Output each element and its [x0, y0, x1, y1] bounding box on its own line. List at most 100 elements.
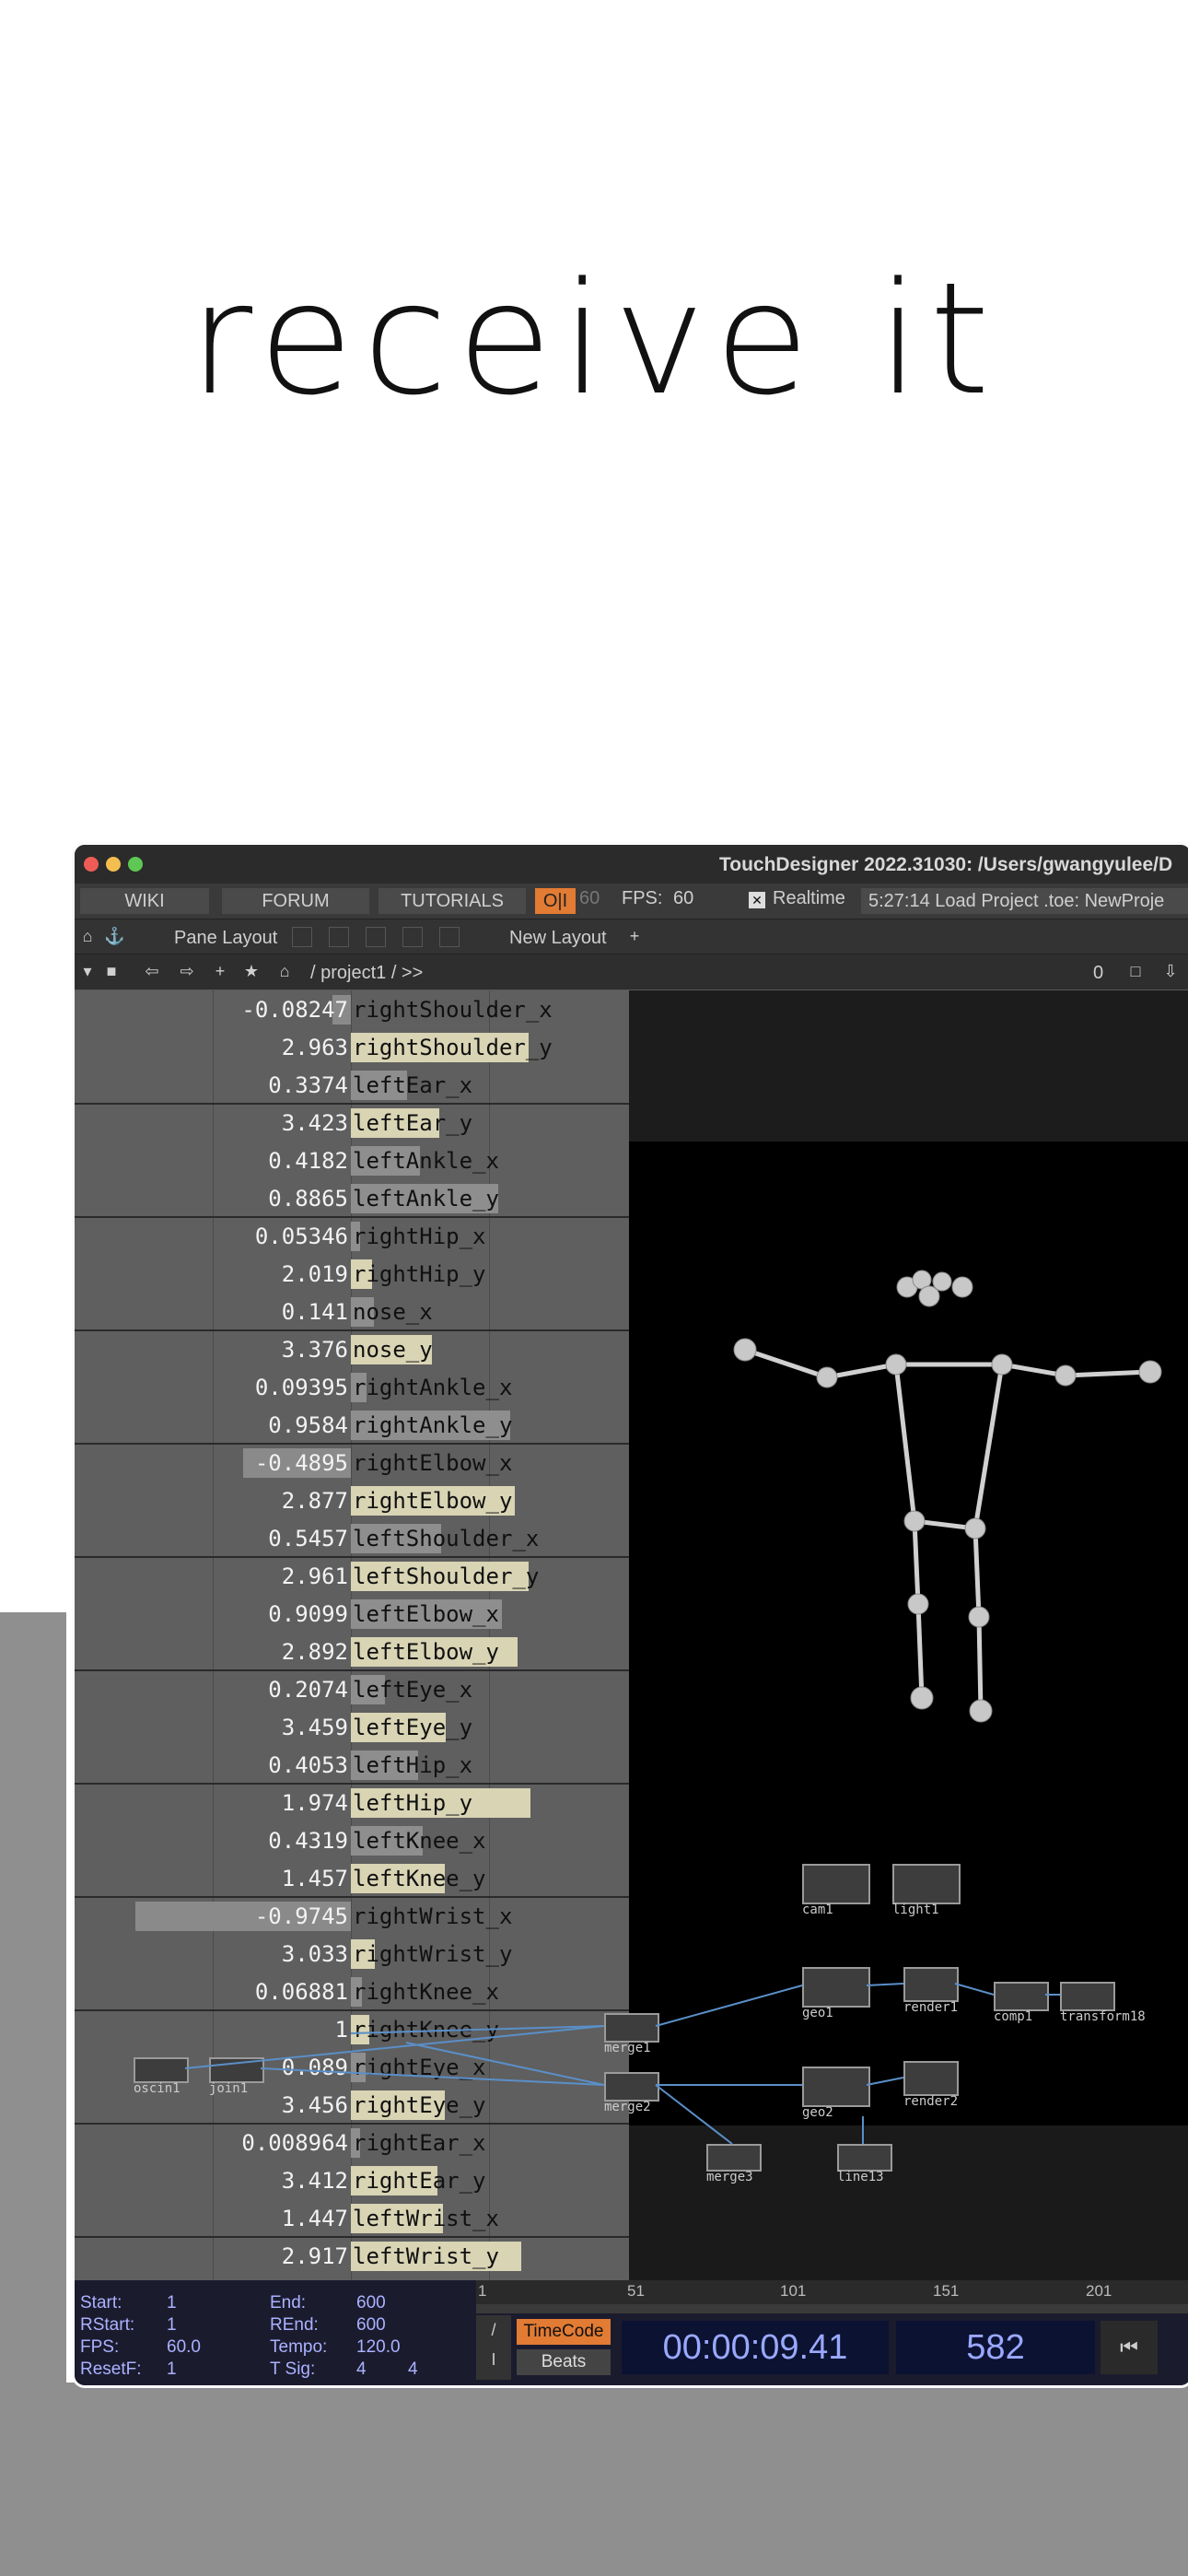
channel-row: -0.4895 rightElbow_x	[75, 1444, 629, 1481]
network-path[interactable]: / project1 / >>	[310, 963, 423, 984]
node-geo2[interactable]	[802, 2067, 870, 2107]
channel-value: 0.2074	[268, 1677, 348, 1703]
channel-name: leftElbow_y	[353, 1639, 499, 1665]
timeline-ruler[interactable]: 1 51 101 151 201	[476, 2280, 1188, 2304]
layout-triple-icon[interactable]	[439, 927, 460, 947]
rstart-value[interactable]: 1	[167, 2315, 177, 2336]
node-render2[interactable]	[903, 2061, 959, 2096]
minimize-window-button[interactable]	[106, 857, 121, 872]
beats-button[interactable]: Beats	[517, 2349, 611, 2375]
node-light1[interactable]	[892, 1864, 961, 1904]
channel-row: 0.4053 leftHip_x	[75, 1746, 629, 1784]
timeline-scrollbar[interactable]	[476, 2304, 1188, 2313]
download-icon[interactable]: ⇩	[1161, 962, 1180, 980]
channel-name: rightEye_y	[353, 2092, 486, 2118]
node-label: oscin1	[134, 2081, 181, 2096]
node-label: cam1	[802, 1903, 833, 1917]
channel-value: 0.008964	[241, 2130, 348, 2156]
channel-name: leftKnee_y	[353, 1866, 486, 1891]
node-oscin1[interactable]	[134, 2057, 189, 2083]
channel-row: 3.423 leftEar_y	[75, 1104, 629, 1142]
channel-value: 3.412	[281, 2168, 348, 2194]
channel-row: -0.9745 rightWrist_x	[75, 1897, 629, 1935]
node-transform18[interactable]	[1060, 1982, 1115, 2011]
channel-name: rightAnkle_y	[353, 1412, 513, 1438]
layout-single-icon[interactable]	[292, 927, 312, 947]
tsig-denominator[interactable]: 4	[408, 2359, 418, 2380]
channel-row: 3.459 leftEye_y	[75, 1708, 629, 1746]
window-title: TouchDesigner 2022.31030: /Users/gwangyu…	[719, 854, 1173, 875]
layout-quad-icon[interactable]	[402, 927, 423, 947]
hero-title: receive it	[189, 249, 999, 429]
rend-value[interactable]: 600	[356, 2315, 386, 2336]
realtime-checkbox[interactable]: ✕	[749, 892, 765, 908]
tsig-numerator[interactable]: 4	[356, 2359, 367, 2380]
timeline-mode-toggle[interactable]: / I	[476, 2315, 511, 2380]
node-geo1[interactable]	[802, 1967, 870, 2008]
channel-value: 0.06881	[254, 1979, 348, 2005]
channel-name: rightEar_x	[353, 2130, 486, 2156]
node-merge1[interactable]	[604, 2013, 659, 2043]
channel-value: 0.4182	[268, 1148, 348, 1174]
channel-value: 3.423	[281, 1110, 348, 1136]
node-merge2[interactable]	[604, 2072, 659, 2102]
node-merge3[interactable]	[706, 2144, 762, 2172]
anchor-icon[interactable]: ⚓	[104, 927, 124, 945]
resetf-label: ResetF:	[80, 2359, 142, 2379]
node-label: render1	[903, 2000, 959, 2015]
channel-row: 0.9584 rightAnkle_y	[75, 1406, 629, 1444]
channel-row: 0.3374 leftEar_x	[75, 1066, 629, 1104]
channel-name: rightShoulder_y	[353, 1035, 553, 1060]
stop-icon[interactable]: ■	[102, 962, 121, 980]
channel-name: leftEar_y	[353, 1110, 473, 1136]
resetf-value[interactable]: 1	[167, 2359, 177, 2380]
bookmark-star-icon[interactable]: ★	[242, 962, 261, 980]
pane-menu-icon[interactable]: ▾	[78, 962, 97, 980]
channel-value: 3.033	[281, 1941, 348, 1967]
start-value[interactable]: 1	[167, 2293, 177, 2313]
channel-name: nose_y	[353, 1337, 433, 1363]
close-window-button[interactable]	[84, 857, 99, 872]
add-icon[interactable]: +	[211, 962, 229, 980]
window-icon[interactable]: □	[1126, 962, 1145, 980]
channel-name: rightEye_x	[353, 2055, 486, 2080]
tempo-value[interactable]: 120.0	[356, 2337, 401, 2358]
zoom-window-button[interactable]	[128, 857, 143, 872]
frame-display[interactable]: 582	[896, 2321, 1095, 2374]
time-display[interactable]: 00:00:09.41	[622, 2321, 889, 2374]
node-cam1[interactable]	[802, 1864, 870, 1904]
rewind-icon[interactable]: ⏮	[1101, 2321, 1158, 2374]
channel-name: leftKnee_x	[353, 1828, 486, 1854]
channel-name: rightShoulder_x	[353, 997, 553, 1023]
tutorials-button[interactable]: TUTORIALS	[379, 888, 526, 914]
back-icon[interactable]: ⇦	[143, 962, 161, 980]
forum-button[interactable]: FORUM	[222, 888, 369, 914]
channel-name: rightElbow_x	[353, 1450, 513, 1476]
add-layout-icon[interactable]: +	[625, 927, 644, 945]
channel-value: 2.019	[281, 1261, 348, 1287]
tick-151: 151	[933, 2282, 960, 2300]
wiki-button[interactable]: WIKI	[80, 888, 209, 914]
node-line13[interactable]	[837, 2144, 892, 2172]
fps-setting-value[interactable]: 60.0	[167, 2337, 201, 2358]
channel-value: 3.456	[281, 2092, 348, 2118]
channel-row: 1.457 leftKnee_y	[75, 1859, 629, 1897]
layout-split-h-icon[interactable]	[366, 927, 386, 947]
perform-mode-button[interactable]: O|I	[535, 888, 576, 914]
layout-split-v-icon[interactable]	[329, 927, 349, 947]
forward-icon[interactable]: ⇨	[178, 962, 196, 980]
fps-target: 60	[579, 888, 600, 908]
node-join1[interactable]	[209, 2057, 264, 2083]
channel-value: 2.877	[281, 1488, 348, 1514]
channel-row: 0.4182 leftAnkle_x	[75, 1142, 629, 1179]
home-icon[interactable]: ⌂	[78, 927, 97, 945]
channel-value: 0.9099	[268, 1601, 348, 1627]
end-value[interactable]: 600	[356, 2293, 386, 2313]
timecode-button[interactable]: TimeCode	[517, 2319, 611, 2345]
path-icon[interactable]: ⌂	[275, 962, 294, 980]
node-render1[interactable]	[903, 1967, 959, 2002]
node-comp1[interactable]	[994, 1982, 1049, 2011]
channel-value: 0.4053	[268, 1752, 348, 1778]
channel-row: 3.412 rightEar_y	[75, 2161, 629, 2199]
new-layout-label[interactable]: New Layout	[509, 928, 607, 949]
